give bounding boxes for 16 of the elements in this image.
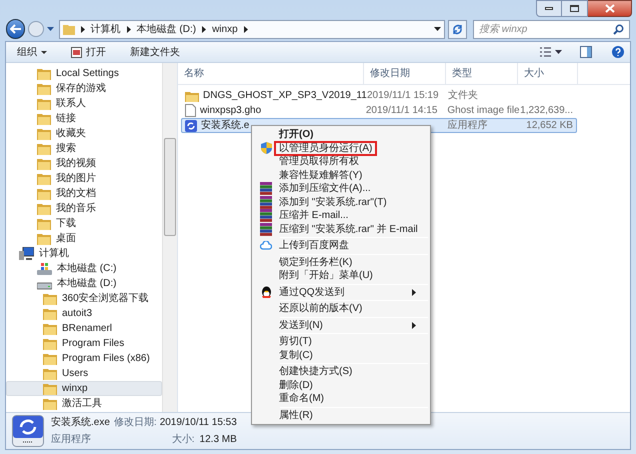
table-cell-text: Ghost image file: [447, 104, 520, 118]
date-label: 修改日期:: [114, 416, 157, 430]
file-name: 安装系统.exe: [51, 416, 110, 430]
size-label: 大小:: [172, 432, 195, 447]
table-cell-text: 1,232,639...: [520, 104, 573, 118]
table-cell-text: DNGS_GHOST_XP_SP3_V2019_11: [203, 89, 367, 103]
table-cell-text: 2019/11/1 15:19: [367, 89, 439, 103]
table-cell-text: 应用程序: [448, 118, 488, 133]
date-value: 2019/10/11 15:53: [160, 416, 237, 430]
table-cell-text: 12,652 KB: [526, 119, 573, 133]
table-cell-text: 2019/11/1 14:15: [366, 104, 438, 118]
table-cell-text: winxpsp3.gho: [200, 104, 262, 118]
size-value: 12.3 MB: [200, 433, 237, 447]
table-cell-text: 文件夹: [448, 88, 478, 103]
table-cell-text: 安装系统.e: [201, 118, 250, 133]
file-type: 应用程序: [51, 432, 92, 447]
